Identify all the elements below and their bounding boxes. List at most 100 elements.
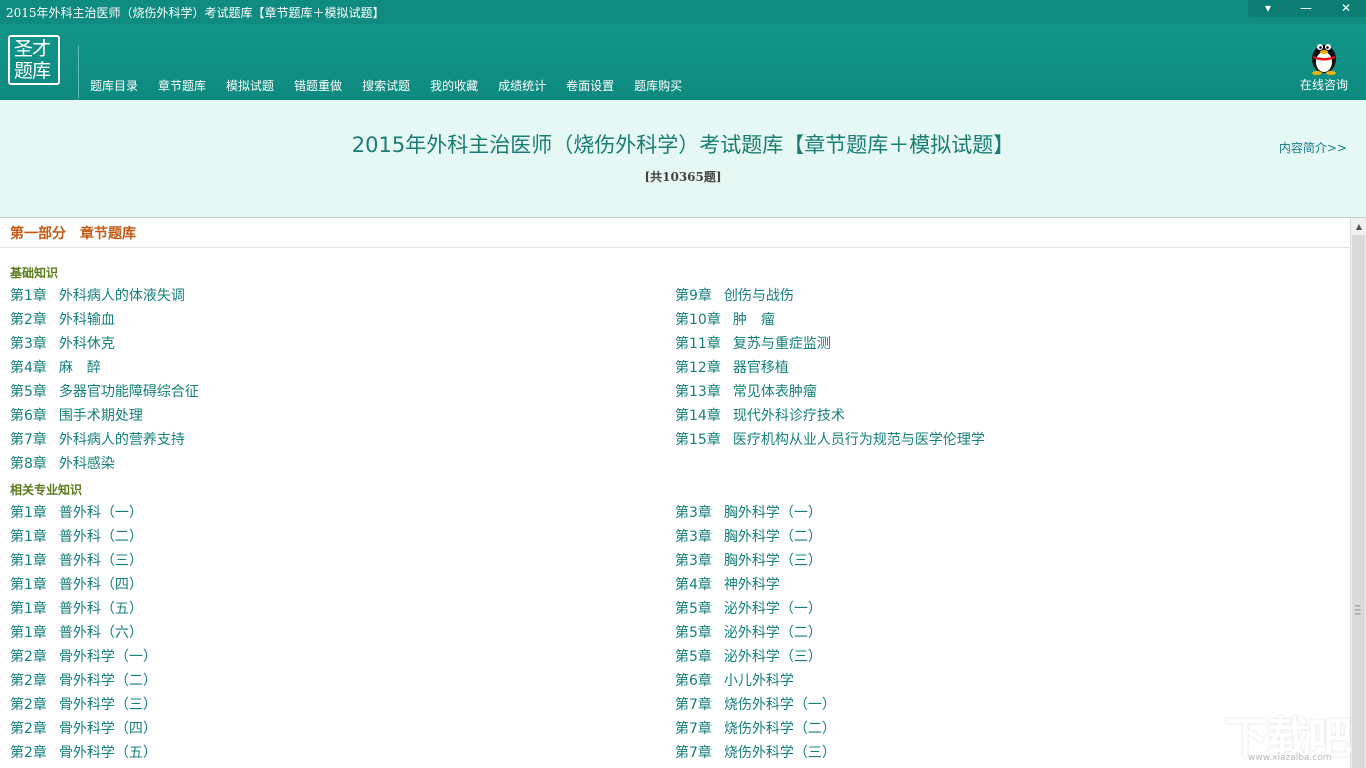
chapter-link[interactable]: 第2章 骨外科学（四） (10, 717, 157, 741)
chapter-number: 第5章 (10, 384, 47, 400)
chapter-link[interactable]: 第1章 普外科（二） (10, 525, 157, 549)
chapter-number: 第7章 (675, 745, 712, 761)
chapter-link[interactable]: 第6章 小儿外科学 (675, 669, 836, 693)
chapter-name: 烧伤外科学（二） (723, 721, 836, 737)
chapter-link[interactable]: 第10章肿 瘤 (675, 308, 985, 332)
vertical-scrollbar[interactable]: ▲ ─ ─ ─ (1350, 218, 1366, 768)
chapter-link[interactable]: 第9章 创伤与战伤 (675, 284, 985, 308)
chapter-link[interactable]: 第3章 胸外科学（三） (675, 549, 836, 573)
chapter-link[interactable]: 第4章麻 醉 (10, 356, 199, 380)
chapter-link[interactable]: 第8章 外科感染 (10, 452, 199, 476)
chapter-link[interactable]: 第2章 骨外科学（五） (10, 741, 157, 765)
online-consult-button[interactable]: 在线咨询 (1296, 29, 1352, 95)
chapter-link[interactable]: 第7章 烧伤外科学（二） (675, 717, 836, 741)
chapter-number: 第8章 (10, 456, 47, 472)
chapter-number: 第7章 (675, 721, 712, 737)
chapter-link[interactable]: 第1章 普外科（三） (10, 549, 157, 573)
chapter-name: 普外科（三） (58, 553, 143, 569)
chapter-link[interactable]: 第2章 骨外科学（二） (10, 669, 157, 693)
chapter-column-left: 第1章 普外科（一） 第1章 普外科（二） 第1章 普外科（三） 第1章 普外科（四） 第1章普… (10, 501, 157, 765)
nav-item-favorites[interactable]: 我的收藏 (420, 77, 488, 97)
nav-item-catalog[interactable]: 题库目录 (80, 77, 148, 97)
chapter-number: 第12章 (675, 360, 721, 376)
chapter-number: 第3章 (675, 529, 712, 545)
scrollbar-thumb[interactable]: ─ ─ ─ (1352, 235, 1365, 768)
chapter-link[interactable]: 第5章 泌外科学（三） (675, 645, 836, 669)
chapter-link[interactable]: 第7章 烧伤外科学（一） (675, 693, 836, 717)
logo-line-2: 题库 (14, 60, 51, 82)
chapter-number: 第2章 (10, 721, 47, 737)
chapter-name: 复苏与重症监测 (732, 336, 831, 352)
chapter-name: 神外科学 (723, 577, 780, 593)
chapter-name: 多器官功能障碍综合征 (58, 384, 199, 400)
section-title: 基础知识 (10, 266, 59, 280)
chapter-name: 小儿外科学 (723, 673, 794, 689)
chapter-link[interactable]: 第2章 骨外科学（一） (10, 645, 157, 669)
chapter-link[interactable]: 第5章 多器官功能障碍综合征 (10, 380, 199, 404)
main-toolbar: 圣才 题库 题库目录 章节题库 模拟试题 错题重做 搜索试题 我的收藏 成绩统计… (0, 24, 1366, 100)
chapter-name: 普外科（二） (58, 529, 143, 545)
chapter-link[interactable]: 第5章 泌外科学（一） (675, 597, 836, 621)
page-title: 2015年外科主治医师（烧伤外科学）考试题库【章节题库＋模拟试题】 (351, 133, 1015, 157)
chapter-name: 胸外科学（二） (723, 529, 822, 545)
chapter-link[interactable]: 第3章 胸外科学（一） (675, 501, 836, 525)
chapter-number: 第7章 (10, 432, 47, 448)
chapter-link[interactable]: 第1章 普外科（四） (10, 573, 157, 597)
chapter-name: 骨外科学（二） (58, 673, 157, 689)
chapter-name: 外科休克 (58, 336, 115, 352)
chapter-name: 医疗机构从业人员行为规范与医学伦理学 (732, 432, 985, 448)
nav-menu: 题库目录 章节题库 模拟试题 错题重做 搜索试题 我的收藏 成绩统计 卷面设置 … (80, 77, 692, 97)
chapter-link[interactable]: 第13章 常见体表肿瘤 (675, 380, 985, 404)
chapter-column-right: 第9章 创伤与战伤 第10章肿 瘤第11章 复苏与重症监测 第12章 器官移植 第13章 常见… (675, 284, 985, 452)
chapter-name: 肿 瘤 (732, 312, 775, 328)
nav-item-settings[interactable]: 卷面设置 (556, 77, 624, 97)
chapter-link[interactable]: 第1章 普外科（五） (10, 597, 157, 621)
chapter-name: 器官移植 (732, 360, 789, 376)
chapter-link[interactable]: 第1章 普外科（一） (10, 501, 157, 525)
close-button[interactable]: ✕ (1328, 0, 1364, 17)
chapter-number: 第1章 (10, 577, 47, 593)
nav-item-chapters[interactable]: 章节题库 (148, 77, 216, 97)
chapter-link[interactable]: 第7章 外科病人的营养支持 (10, 428, 199, 452)
chapter-link[interactable]: 第14章 现代外科诊疗技术 (675, 404, 985, 428)
part-title: 第一部分 章节题库 (10, 226, 136, 242)
nav-item-mock-tests[interactable]: 模拟试题 (216, 77, 284, 97)
scroll-up-arrow-icon[interactable]: ▲ (1351, 218, 1366, 235)
chapter-number: 第1章 (10, 505, 47, 521)
chapter-number: 第15章 (675, 432, 721, 448)
watermark-url: www.xiazaiba.com (1248, 753, 1332, 763)
chapter-number: 第5章 (675, 625, 712, 641)
menu-dropdown-icon[interactable]: ▾ (1250, 0, 1286, 17)
chapter-link[interactable]: 第6章 围手术期处理 (10, 404, 199, 428)
chapter-link[interactable]: 第3章 外科休克 (10, 332, 199, 356)
chapter-column-left: 第1章 外科病人的体液失调 第2章 外科输血 第3章 外科休克 第4章麻 醉第5章 多器官功能… (10, 284, 199, 476)
nav-item-search[interactable]: 搜索试题 (352, 77, 420, 97)
chapter-name: 普外科（一） (58, 505, 143, 521)
chapter-link[interactable]: 第2章 骨外科学（三） (10, 693, 157, 717)
chapter-number: 第1章 (10, 625, 47, 641)
chapter-link[interactable]: 第12章 器官移植 (675, 356, 985, 380)
chapter-link[interactable]: 第1章 普外科（六） (10, 621, 157, 645)
nav-item-statistics[interactable]: 成绩统计 (488, 77, 556, 97)
chapter-number: 第11章 (675, 336, 721, 352)
chapter-link[interactable]: 第5章 泌外科学（二） (675, 621, 836, 645)
nav-item-purchase[interactable]: 题库购买 (624, 77, 692, 97)
chapter-link[interactable]: 第11章 复苏与重症监测 (675, 332, 985, 356)
intro-link[interactable]: 内容简介>> (1279, 139, 1347, 156)
chapter-column-right: 第3章 胸外科学（一） 第3章 胸外科学（二） 第3章 胸外科学（三） 第4章 神外科学 第5章… (675, 501, 836, 765)
chapter-link[interactable]: 第15章 医疗机构从业人员行为规范与医学伦理学 (675, 428, 985, 452)
chapter-link[interactable]: 第1章 外科病人的体液失调 (10, 284, 199, 308)
nav-item-redo-wrong[interactable]: 错题重做 (284, 77, 352, 97)
chapter-name: 普外科（六） (58, 625, 143, 641)
chapter-name: 普外科（五） (58, 601, 143, 617)
chapter-name: 烧伤外科学（一） (723, 697, 836, 713)
chapter-link[interactable]: 第3章 胸外科学（二） (675, 525, 836, 549)
toolbar-divider (78, 46, 79, 98)
chapter-link[interactable]: 第7章 烧伤外科学（三） (675, 741, 836, 765)
chapter-number: 第3章 (675, 505, 712, 521)
chapter-link[interactable]: 第2章 外科输血 (10, 308, 199, 332)
chapter-name: 外科感染 (58, 456, 115, 472)
minimize-button[interactable]: — (1288, 0, 1324, 17)
chapter-link[interactable]: 第4章 神外科学 (675, 573, 836, 597)
section-title: 相关专业知识 (10, 483, 83, 497)
